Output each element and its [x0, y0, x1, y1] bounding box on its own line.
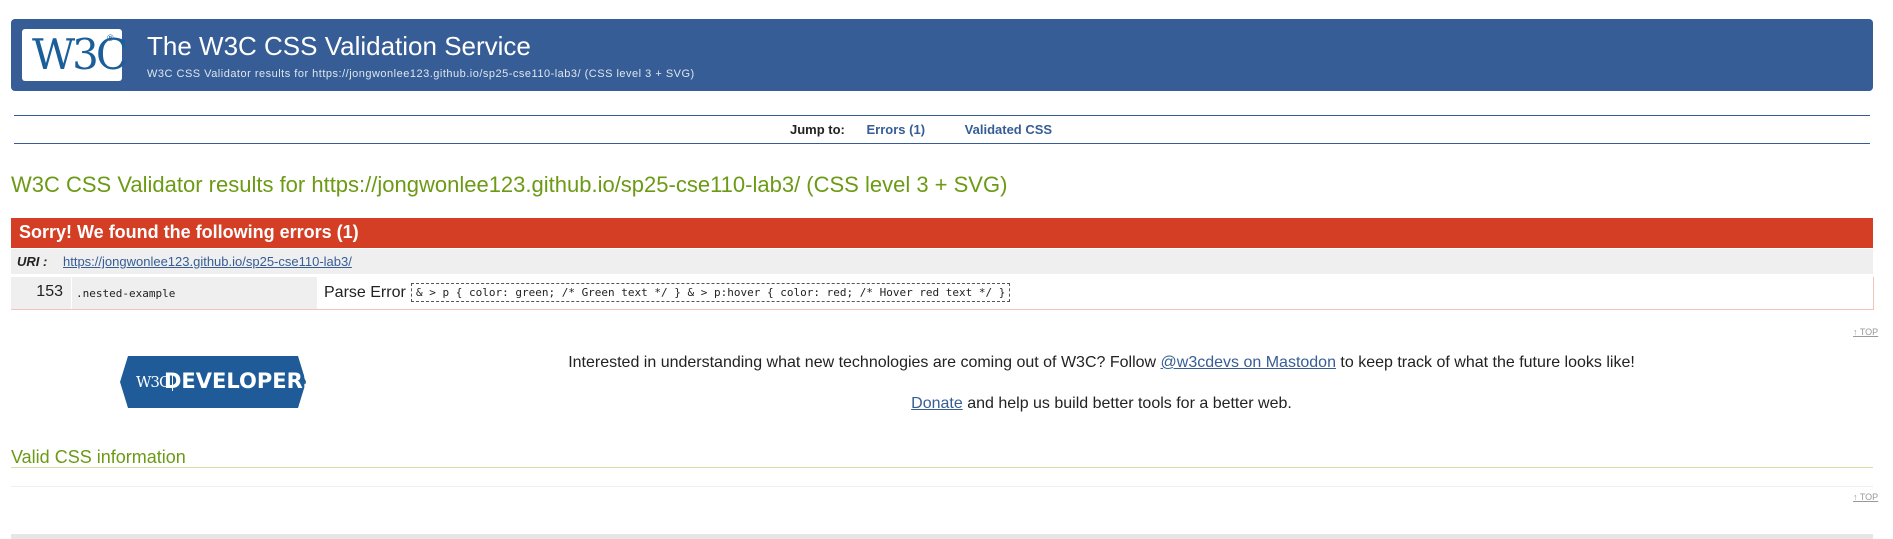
valid-css-divider — [11, 467, 1873, 468]
error-row: 153 .nested-example Parse Error & > p { … — [11, 277, 1874, 310]
promo-text-before: Interested in understanding what new tec… — [568, 354, 1161, 371]
valid-css-heading: Valid CSS information — [11, 447, 186, 467]
w3c-logo[interactable]: W3C ® — [22, 29, 128, 81]
back-to-top-link-2[interactable]: ↑ TOP — [1853, 492, 1878, 502]
back-to-top-link[interactable]: ↑ TOP — [1853, 327, 1878, 337]
error-selector-cell: .nested-example — [72, 277, 317, 309]
jump-to-label: Jump to: — [790, 122, 845, 137]
jump-link-errors[interactable]: Errors (1) — [867, 122, 926, 137]
jump-to-bar: Jump to: Errors (1) Validated CSS — [14, 115, 1870, 144]
error-line-cell: 153 — [11, 277, 71, 309]
donate-promo: Donate and help us build better tools fo… — [330, 395, 1873, 413]
results-heading: W3C CSS Validator results for https://jo… — [11, 172, 1008, 197]
mastodon-link[interactable]: @w3cdevs on Mastodon — [1161, 354, 1336, 371]
uri-row: URI : https://jongwonlee123.github.io/sp… — [11, 249, 1873, 274]
page-subtitle: W3C CSS Validator results for https://jo… — [147, 68, 695, 80]
uri-label: URI : — [17, 254, 48, 269]
page-title: The W3C CSS Validation Service — [147, 31, 531, 61]
valid-css-divider-secondary — [11, 486, 1873, 487]
error-code: & > p { color: green; /* Green text */ }… — [411, 283, 1011, 302]
header-banner: W3C ® The W3C CSS Validation Service W3C… — [11, 19, 1873, 91]
error-line-number: 153 — [36, 283, 63, 300]
registered-mark: ® — [107, 33, 114, 43]
donate-link[interactable]: Donate — [911, 395, 963, 412]
badge-developers-text: DEVELOPERS — [164, 369, 318, 393]
errors-header-text: Sorry! We found the following errors (1) — [19, 222, 359, 242]
error-selector: .nested-example — [76, 287, 176, 300]
uri-link[interactable]: https://jongwonlee123.github.io/sp25-cse… — [63, 254, 352, 269]
jump-link-validated-css[interactable]: Validated CSS — [965, 122, 1052, 137]
mastodon-promo: Interested in understanding what new tec… — [330, 354, 1873, 372]
promo-text-after: to keep track of what the future looks l… — [1335, 354, 1635, 371]
donate-text: and help us build better tools for a bet… — [962, 395, 1292, 412]
w3c-developers-badge[interactable]: W3C DEVELOPERS — [120, 356, 318, 408]
footer-strip — [11, 534, 1873, 539]
error-type: Parse Error — [324, 284, 406, 301]
errors-header: Sorry! We found the following errors (1) — [11, 218, 1873, 248]
